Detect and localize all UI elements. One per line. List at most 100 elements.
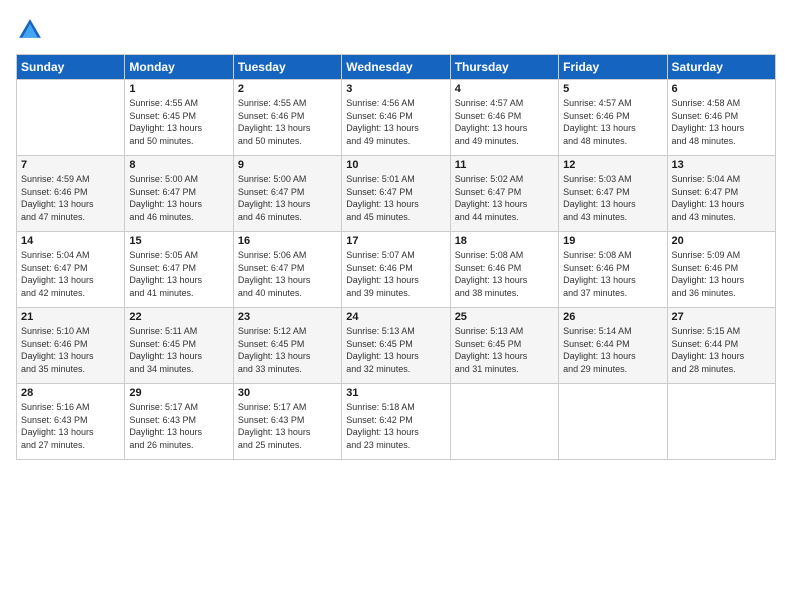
- day-info: Sunrise: 5:04 AM Sunset: 6:47 PM Dayligh…: [672, 173, 771, 223]
- day-cell: 20Sunrise: 5:09 AM Sunset: 6:46 PM Dayli…: [667, 232, 775, 308]
- day-cell: 3Sunrise: 4:56 AM Sunset: 6:46 PM Daylig…: [342, 80, 450, 156]
- col-header-sunday: Sunday: [17, 55, 125, 80]
- day-cell: 27 Sunrise: 5:15 AM Sunset: 6:44 PM Dayli…: [667, 308, 775, 384]
- day-cell: 29Sunrise: 5:17 AM Sunset: 6:43 PM Dayli…: [125, 384, 233, 460]
- day-cell: 17 Sunrise: 5:07 AM Sunset: 6:46 PM Dayli…: [342, 232, 450, 308]
- day-info: Sunrise: 4:58 AM Sunset: 6:46 PM Dayligh…: [672, 97, 771, 147]
- day-info: Sunrise: 5:17 AM Sunset: 6:43 PM Dayligh…: [238, 401, 337, 451]
- day-cell: 15 Sunrise: 5:05 AM Sunset: 6:47 PM Dayli…: [125, 232, 233, 308]
- col-header-wednesday: Wednesday: [342, 55, 450, 80]
- week-row-1: 7 Sunrise: 4:59 AM Sunset: 6:46 PM Daylig…: [17, 156, 776, 232]
- day-info: Sunrise: 5:07 AM Sunset: 6:46 PM Dayligh…: [346, 249, 445, 299]
- day-number: 31: [346, 387, 445, 399]
- day-info: Sunrise: 5:00 AM Sunset: 6:47 PM Dayligh…: [129, 173, 228, 223]
- day-cell: [667, 384, 775, 460]
- day-info: Sunrise: 5:08 AM Sunset: 6:46 PM Dayligh…: [455, 249, 554, 299]
- day-number: 23: [238, 311, 337, 323]
- day-number: 7: [21, 159, 120, 171]
- day-info: Sunrise: 5:03 AM Sunset: 6:47 PM Dayligh…: [563, 173, 662, 223]
- day-number: 18: [455, 235, 554, 247]
- day-cell: 22Sunrise: 5:11 AM Sunset: 6:45 PM Dayli…: [125, 308, 233, 384]
- day-number: 30: [238, 387, 337, 399]
- day-number: 8: [129, 159, 228, 171]
- day-number: 4: [455, 83, 554, 95]
- day-info: Sunrise: 5:08 AM Sunset: 6:46 PM Dayligh…: [563, 249, 662, 299]
- day-cell: [17, 80, 125, 156]
- day-info: Sunrise: 5:13 AM Sunset: 6:45 PM Dayligh…: [455, 325, 554, 375]
- day-number: 2: [238, 83, 337, 95]
- day-cell: 31 Sunrise: 5:18 AM Sunset: 6:42 PM Dayli…: [342, 384, 450, 460]
- day-cell: 16 Sunrise: 5:06 AM Sunset: 6:47 PM Dayli…: [233, 232, 341, 308]
- day-info: Sunrise: 5:15 AM Sunset: 6:44 PM Dayligh…: [672, 325, 771, 375]
- day-cell: [559, 384, 667, 460]
- day-info: Sunrise: 5:01 AM Sunset: 6:47 PM Dayligh…: [346, 173, 445, 223]
- day-cell: 24 Sunrise: 5:13 AM Sunset: 6:45 PM Dayli…: [342, 308, 450, 384]
- day-info: Sunrise: 4:55 AM Sunset: 6:45 PM Dayligh…: [129, 97, 228, 147]
- day-number: 9: [238, 159, 337, 171]
- day-info: Sunrise: 5:05 AM Sunset: 6:47 PM Dayligh…: [129, 249, 228, 299]
- col-header-monday: Monday: [125, 55, 233, 80]
- day-number: 26: [563, 311, 662, 323]
- page: SundayMondayTuesdayWednesdayThursdayFrid…: [0, 0, 792, 612]
- header-row: SundayMondayTuesdayWednesdayThursdayFrid…: [17, 55, 776, 80]
- day-cell: 2 Sunrise: 4:55 AM Sunset: 6:46 PM Daylig…: [233, 80, 341, 156]
- day-cell: 9 Sunrise: 5:00 AM Sunset: 6:47 PM Daylig…: [233, 156, 341, 232]
- day-cell: 30 Sunrise: 5:17 AM Sunset: 6:43 PM Dayli…: [233, 384, 341, 460]
- day-cell: 19 Sunrise: 5:08 AM Sunset: 6:46 PM Dayli…: [559, 232, 667, 308]
- day-cell: 26 Sunrise: 5:14 AM Sunset: 6:44 PM Dayli…: [559, 308, 667, 384]
- day-info: Sunrise: 5:14 AM Sunset: 6:44 PM Dayligh…: [563, 325, 662, 375]
- day-info: Sunrise: 5:04 AM Sunset: 6:47 PM Dayligh…: [21, 249, 120, 299]
- day-number: 14: [21, 235, 120, 247]
- col-header-tuesday: Tuesday: [233, 55, 341, 80]
- day-number: 28: [21, 387, 120, 399]
- day-cell: 18 Sunrise: 5:08 AM Sunset: 6:46 PM Dayli…: [450, 232, 558, 308]
- day-info: Sunrise: 5:06 AM Sunset: 6:47 PM Dayligh…: [238, 249, 337, 299]
- day-info: Sunrise: 4:55 AM Sunset: 6:46 PM Dayligh…: [238, 97, 337, 147]
- day-number: 6: [672, 83, 771, 95]
- day-info: Sunrise: 5:13 AM Sunset: 6:45 PM Dayligh…: [346, 325, 445, 375]
- day-cell: 5Sunrise: 4:57 AM Sunset: 6:46 PM Daylig…: [559, 80, 667, 156]
- day-number: 27: [672, 311, 771, 323]
- week-row-0: 1 Sunrise: 4:55 AM Sunset: 6:45 PM Daylig…: [17, 80, 776, 156]
- logo-icon: [16, 16, 44, 44]
- col-header-thursday: Thursday: [450, 55, 558, 80]
- day-cell: 4 Sunrise: 4:57 AM Sunset: 6:46 PM Daylig…: [450, 80, 558, 156]
- day-number: 5: [563, 83, 662, 95]
- day-cell: 21Sunrise: 5:10 AM Sunset: 6:46 PM Dayli…: [17, 308, 125, 384]
- day-cell: 14 Sunrise: 5:04 AM Sunset: 6:47 PM Dayli…: [17, 232, 125, 308]
- day-number: 15: [129, 235, 228, 247]
- day-info: Sunrise: 5:12 AM Sunset: 6:45 PM Dayligh…: [238, 325, 337, 375]
- day-info: Sunrise: 5:16 AM Sunset: 6:43 PM Dayligh…: [21, 401, 120, 451]
- day-info: Sunrise: 5:10 AM Sunset: 6:46 PM Dayligh…: [21, 325, 120, 375]
- logo: [16, 16, 48, 44]
- day-number: 1: [129, 83, 228, 95]
- day-info: Sunrise: 4:59 AM Sunset: 6:46 PM Dayligh…: [21, 173, 120, 223]
- col-header-saturday: Saturday: [667, 55, 775, 80]
- week-row-4: 28 Sunrise: 5:16 AM Sunset: 6:43 PM Dayli…: [17, 384, 776, 460]
- day-number: 12: [563, 159, 662, 171]
- day-cell: 8 Sunrise: 5:00 AM Sunset: 6:47 PM Daylig…: [125, 156, 233, 232]
- day-number: 24: [346, 311, 445, 323]
- header: [16, 16, 776, 44]
- day-cell: 12 Sunrise: 5:03 AM Sunset: 6:47 PM Dayli…: [559, 156, 667, 232]
- day-cell: 25Sunrise: 5:13 AM Sunset: 6:45 PM Dayli…: [450, 308, 558, 384]
- day-number: 17: [346, 235, 445, 247]
- day-number: 10: [346, 159, 445, 171]
- calendar-table: SundayMondayTuesdayWednesdayThursdayFrid…: [16, 54, 776, 460]
- day-info: Sunrise: 5:18 AM Sunset: 6:42 PM Dayligh…: [346, 401, 445, 451]
- week-row-3: 21Sunrise: 5:10 AM Sunset: 6:46 PM Dayli…: [17, 308, 776, 384]
- day-info: Sunrise: 4:57 AM Sunset: 6:46 PM Dayligh…: [455, 97, 554, 147]
- day-cell: 7 Sunrise: 4:59 AM Sunset: 6:46 PM Daylig…: [17, 156, 125, 232]
- week-row-2: 14 Sunrise: 5:04 AM Sunset: 6:47 PM Dayli…: [17, 232, 776, 308]
- day-cell: 13Sunrise: 5:04 AM Sunset: 6:47 PM Dayli…: [667, 156, 775, 232]
- day-cell: 10 Sunrise: 5:01 AM Sunset: 6:47 PM Dayli…: [342, 156, 450, 232]
- col-header-friday: Friday: [559, 55, 667, 80]
- day-number: 20: [672, 235, 771, 247]
- day-info: Sunrise: 5:00 AM Sunset: 6:47 PM Dayligh…: [238, 173, 337, 223]
- day-number: 3: [346, 83, 445, 95]
- day-number: 19: [563, 235, 662, 247]
- day-cell: [450, 384, 558, 460]
- day-cell: 1 Sunrise: 4:55 AM Sunset: 6:45 PM Daylig…: [125, 80, 233, 156]
- day-number: 22: [129, 311, 228, 323]
- day-number: 16: [238, 235, 337, 247]
